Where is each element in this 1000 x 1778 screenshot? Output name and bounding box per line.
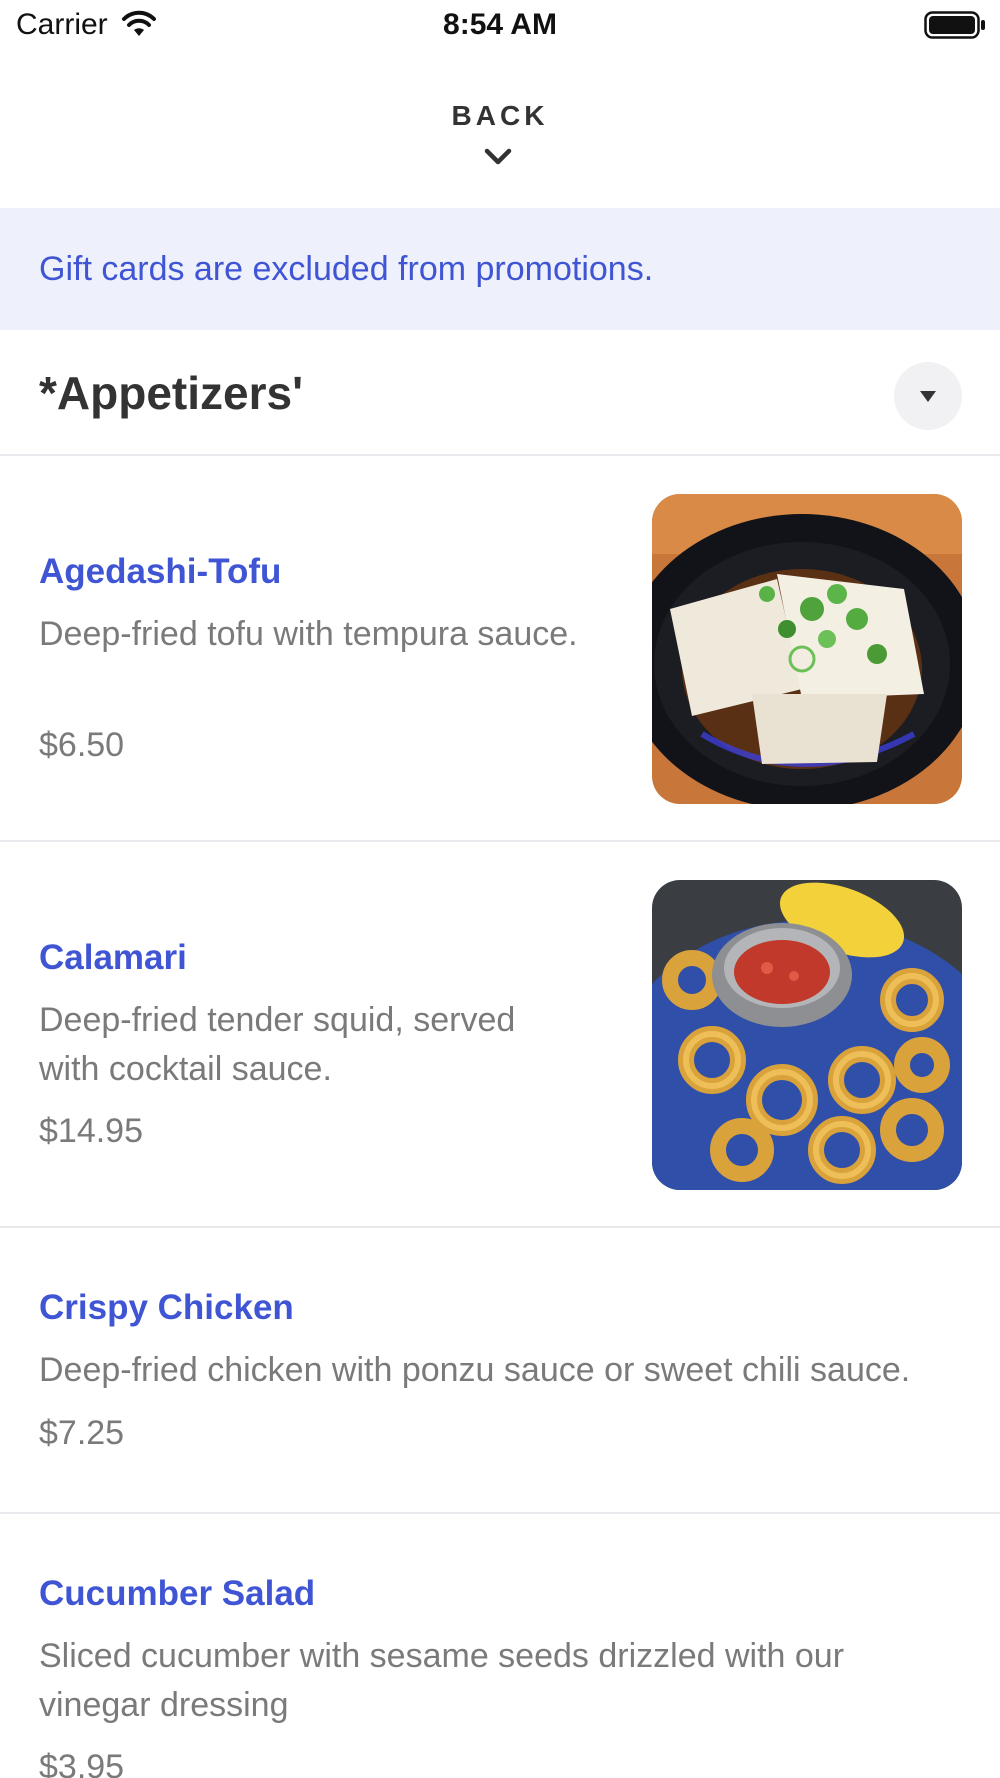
item-photo-calamari[interactable]	[652, 880, 962, 1190]
item-name[interactable]: Crispy Chicken	[39, 1288, 294, 1328]
item-name[interactable]: Agedashi-Tofu	[39, 552, 281, 592]
item-photo-agedashi-tofu[interactable]	[652, 494, 962, 804]
item-description: Deep-fried chicken with ponzu sauce or s…	[39, 1351, 911, 1389]
item-description: Sliced cucumber with sesame seeds drizzl…	[39, 1637, 845, 1724]
caret-down-icon	[920, 391, 936, 402]
back-header[interactable]: BACK	[0, 50, 1000, 210]
menu-item[interactable]: Crispy Chicken Deep-fried chicken with p…	[0, 1228, 1000, 1514]
menu-item[interactable]: Cucumber Salad Sliced cucumber with sesa…	[0, 1514, 1000, 1778]
menu-item[interactable]: Calamari Deep-fried tender squid, served…	[0, 842, 1000, 1228]
status-bar: Carrier 8:54 AM	[0, 0, 1000, 50]
item-price: $7.25	[39, 1414, 125, 1452]
category-header: *Appetizers'	[0, 330, 1000, 456]
item-description: Deep-fried tofu with tempura sauce.	[39, 615, 578, 653]
item-description: Deep-fried tender squid, served with coc…	[39, 1001, 516, 1088]
item-price: $6.50	[39, 726, 125, 764]
promo-banner: Gift cards are excluded from promotions.	[0, 208, 1000, 330]
item-name[interactable]: Cucumber Salad	[39, 1574, 315, 1614]
clock-time: 8:54 AM	[443, 8, 557, 41]
chevron-down-icon[interactable]	[484, 148, 512, 166]
category-dropdown-button[interactable]	[894, 362, 962, 430]
item-name[interactable]: Calamari	[39, 938, 187, 978]
battery-icon	[924, 11, 986, 39]
promo-text: Gift cards are excluded from promotions.	[39, 250, 654, 288]
menu-item[interactable]: Agedashi-Tofu Deep-fried tofu with tempu…	[0, 456, 1000, 842]
category-title: *Appetizers'	[39, 367, 304, 419]
menu-screen: Carrier 8:54 AM BACK Gift cards are excl…	[0, 0, 1000, 1778]
back-button[interactable]: BACK	[0, 100, 1000, 132]
item-price: $14.95	[39, 1112, 143, 1150]
item-price: $3.95	[39, 1748, 125, 1778]
